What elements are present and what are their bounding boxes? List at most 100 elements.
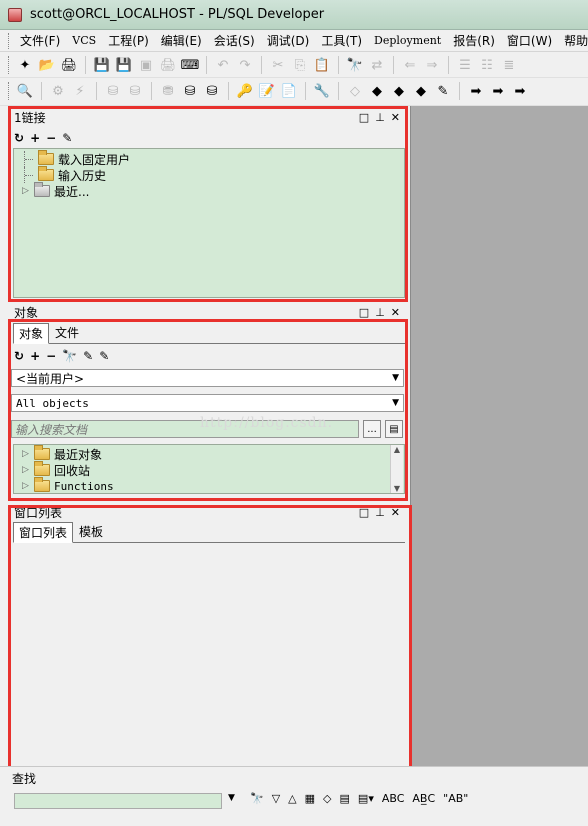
add-icon[interactable]: + [30, 131, 40, 145]
menu-item[interactable]: 会话(S) [208, 33, 261, 49]
find-icon[interactable]: 🔭 [346, 56, 364, 74]
menu-item[interactable]: 报告(R) [447, 33, 501, 49]
maximize-icon[interactable]: □ [359, 306, 369, 319]
selection-icon[interactable]: ▤ [340, 792, 350, 805]
objects-tree[interactable]: ▷ 最近对象 ▷ 回收站 ▷ Functions [13, 444, 405, 494]
tab-templates[interactable]: 模板 [73, 521, 109, 542]
expand-icon[interactable]: ▷ [22, 465, 34, 475]
pin-icon[interactable]: ⊥ [375, 306, 385, 319]
undo-icon[interactable]: ↶ [214, 56, 232, 74]
bookmark-next-icon[interactable]: ◆ [412, 82, 430, 100]
find-icon[interactable]: 🔭 [62, 349, 77, 363]
search-doc-icon[interactable]: ▤ [385, 420, 403, 438]
commit-icon[interactable]: ⛁ [104, 82, 122, 100]
toolbar-grip[interactable] [8, 82, 11, 100]
new-icon[interactable]: ✦ [16, 56, 34, 74]
menu-grip[interactable] [8, 33, 11, 49]
copy-icon[interactable]: ⎘ [291, 56, 309, 74]
replace-icon[interactable]: ⇄ [368, 56, 386, 74]
connections-tree[interactable]: 载入固定用户 输入历史 ▷ 最近... [13, 148, 405, 298]
add-icon[interactable]: + [30, 349, 40, 363]
expand-icon[interactable]: ▷ [22, 186, 34, 196]
redo-icon[interactable]: ↷ [236, 56, 254, 74]
edit-icon[interactable]: ✎ [434, 82, 452, 100]
refresh-icon[interactable]: ↻ [14, 349, 24, 363]
navigate-forward-icon[interactable]: ⇒ [423, 56, 441, 74]
find-icon[interactable]: 🔭 [250, 792, 264, 805]
rollback-icon[interactable]: ⛁ [126, 82, 144, 100]
maximize-icon[interactable]: □ [359, 506, 369, 519]
tools-icon[interactable]: 🔧 [313, 82, 331, 100]
print-icon[interactable]: 🖨 [159, 56, 177, 74]
eraser-icon[interactable]: ◇ [346, 82, 364, 100]
menu-item[interactable]: 文件(F) [14, 33, 66, 49]
pin-icon[interactable]: ⊥ [375, 506, 385, 519]
unindent-icon[interactable]: ☷ [478, 56, 496, 74]
paste-icon[interactable]: 📋 [313, 56, 331, 74]
mdi-workspace[interactable] [410, 106, 588, 766]
save-all-icon[interactable]: ▣ [137, 56, 155, 74]
run-arrow-icon[interactable]: ➡ [511, 82, 529, 100]
edit-icon[interactable]: ✎ [83, 349, 93, 363]
chevron-down-icon[interactable]: ▼ [228, 793, 235, 803]
tree-item[interactable]: 载入固定用户 [14, 150, 404, 167]
maximize-icon[interactable]: □ [359, 111, 369, 124]
find-next-icon[interactable]: ▽ [272, 792, 280, 805]
tab-window-list[interactable]: 窗口列表 [13, 522, 74, 543]
close-icon[interactable]: ✕ [391, 506, 400, 519]
tree-item[interactable]: 输入历史 [14, 166, 404, 183]
find-previous-icon[interactable]: △ [288, 792, 296, 805]
user-select[interactable]: <当前用户> ▼ [11, 369, 404, 387]
open-folder-icon[interactable]: 📂 [38, 56, 56, 74]
indent-icon[interactable]: ☰ [456, 56, 474, 74]
expand-icon[interactable]: ▷ [22, 449, 34, 459]
forward-arrow-icon[interactable]: ➡ [467, 82, 485, 100]
close-icon[interactable]: ✕ [391, 111, 400, 124]
more-button[interactable]: ... [363, 420, 381, 438]
tree-item[interactable]: ▷ Functions [14, 477, 404, 494]
bookmark-prev-icon[interactable]: ◆ [390, 82, 408, 100]
cut-icon[interactable]: ✂ [269, 56, 287, 74]
menu-item[interactable]: VCS [66, 33, 102, 49]
tab-files[interactable]: 文件 [49, 322, 85, 343]
object-filter-select[interactable]: All objects ▼ [11, 394, 404, 412]
scroll-down-icon[interactable]: ▼ [394, 484, 400, 493]
report-icon[interactable]: 📝 [258, 82, 276, 100]
highlight-icon[interactable]: ▦ [305, 792, 315, 805]
command-window-icon[interactable]: ⛁ [181, 82, 199, 100]
case-sensitive-icon[interactable]: ABC [382, 792, 405, 805]
explain-plan-icon[interactable]: 📄 [280, 82, 298, 100]
keyboard-icon[interactable]: ⌨ [181, 56, 200, 74]
execute-icon[interactable]: ⚙ [49, 82, 67, 100]
tree-item[interactable]: ▷ 最近对象 [14, 445, 404, 462]
window-list-area[interactable] [13, 544, 405, 764]
query-icon[interactable]: 🔍 [16, 82, 34, 100]
expand-icon[interactable]: ▷ [22, 481, 34, 491]
refresh-icon[interactable]: ↻ [14, 131, 24, 145]
find-input[interactable] [14, 793, 222, 809]
menu-item[interactable]: 窗口(W) [501, 33, 558, 49]
menu-item[interactable]: 帮助 [558, 33, 588, 49]
menu-item[interactable]: 调试(D) [261, 33, 316, 49]
save-as-icon[interactable]: 💾 [115, 56, 133, 74]
print-setup-icon[interactable]: 🖨 [60, 56, 78, 74]
pin-icon[interactable]: ⊥ [375, 111, 385, 124]
menu-item[interactable]: Deployment [368, 33, 447, 49]
menu-item[interactable]: 编辑(E) [155, 33, 208, 49]
step-arrow-icon[interactable]: ➡ [489, 82, 507, 100]
eraser-icon[interactable]: ◇ [323, 792, 331, 805]
document-dropdown-icon[interactable]: ▤▾ [358, 792, 374, 805]
save-icon[interactable]: 💾 [93, 56, 111, 74]
close-icon[interactable]: ✕ [391, 306, 400, 319]
toolbar-grip[interactable] [8, 56, 11, 74]
login-icon[interactable]: 🔑 [236, 82, 254, 100]
comment-icon[interactable]: ≣ [500, 56, 518, 74]
menu-item[interactable]: 工程(P) [102, 33, 155, 49]
break-icon[interactable]: ⚡ [71, 82, 89, 100]
test-window-icon[interactable]: ⛁ [203, 82, 221, 100]
edit-icon[interactable]: ✎ [62, 131, 72, 145]
sql-window-icon[interactable]: ⛃ [159, 82, 177, 100]
bookmark-icon[interactable]: ◆ [368, 82, 386, 100]
scroll-up-icon[interactable]: ▲ [394, 445, 400, 454]
remove-icon[interactable]: − [46, 349, 56, 363]
